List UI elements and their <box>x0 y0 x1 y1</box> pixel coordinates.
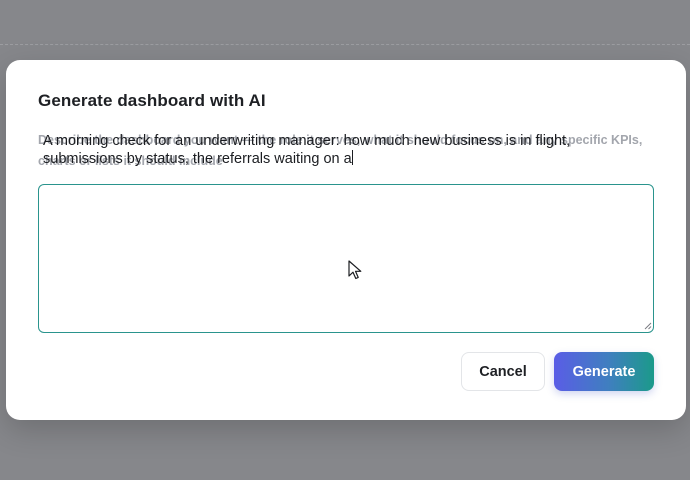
dashboard-prompt-textarea[interactable] <box>38 184 654 333</box>
generate-button[interactable]: Generate <box>554 352 654 391</box>
background-divider <box>0 44 690 45</box>
resize-grip-icon[interactable] <box>644 322 652 330</box>
cancel-button[interactable]: Cancel <box>461 352 545 391</box>
generate-dashboard-dialog: Generate dashboard with AI Describe the … <box>6 60 686 420</box>
dialog-description: Describe the dashboard you want — the ro… <box>38 133 643 168</box>
dialog-title: Generate dashboard with AI <box>38 91 266 110</box>
mouse-pointer-icon <box>348 260 362 280</box>
